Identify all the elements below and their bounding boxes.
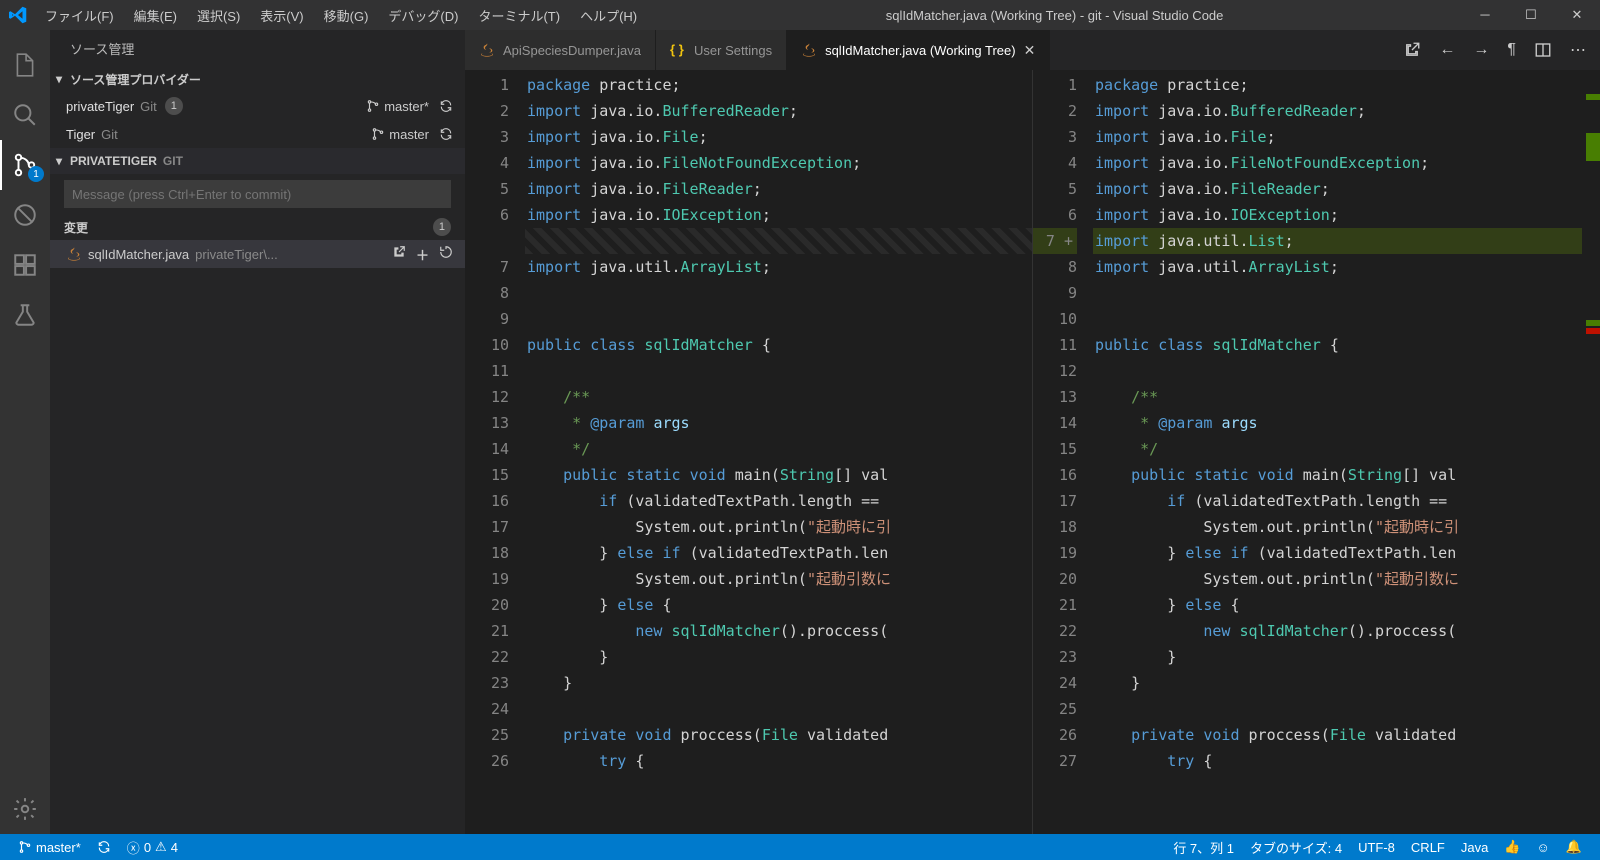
warning-icon: ⚠ bbox=[155, 839, 167, 855]
status-encoding[interactable]: UTF-8 bbox=[1350, 840, 1403, 855]
diff-modified-pane: 1234567 +8910111213141516171819202122232… bbox=[1033, 70, 1600, 834]
gutter-right: 1234567 +8910111213141516171819202122232… bbox=[1033, 70, 1093, 834]
providers-header-label: ソース管理プロバイダー bbox=[70, 71, 201, 88]
whitespace-icon[interactable]: ¶ bbox=[1507, 41, 1516, 59]
provider-privatetiger[interactable]: privateTiger Git 1 master* bbox=[50, 92, 465, 120]
status-bar: master* ⓧ0 ⚠4 行 7、列 1 タブのサイズ: 4 UTF-8 CR… bbox=[0, 834, 1600, 860]
editor-tabs: ApiSpeciesDumper.java { } User Settings … bbox=[465, 30, 1600, 70]
menu-edit[interactable]: 編集(E) bbox=[124, 6, 187, 25]
next-change-icon[interactable]: → bbox=[1473, 41, 1489, 59]
minimap[interactable] bbox=[1582, 70, 1600, 834]
discard-icon[interactable] bbox=[439, 245, 453, 264]
maximize-icon[interactable]: ☐ bbox=[1508, 7, 1554, 23]
minimize-icon[interactable]: ─ bbox=[1462, 7, 1508, 23]
activity-search[interactable] bbox=[0, 90, 50, 140]
status-cursor[interactable]: 行 7、列 1 bbox=[1165, 838, 1242, 857]
diff-original-pane: 1234567891011121314151617181920212223242… bbox=[465, 70, 1033, 834]
menu-view[interactable]: 表示(V) bbox=[250, 6, 313, 25]
activity-debug[interactable] bbox=[0, 190, 50, 240]
menu-go[interactable]: 移動(G) bbox=[314, 6, 379, 25]
menu-help[interactable]: ヘルプ(H) bbox=[570, 6, 647, 25]
tab-label: sqlIdMatcher.java (Working Tree) bbox=[825, 43, 1016, 58]
tab-user-settings[interactable]: { } User Settings bbox=[656, 30, 787, 70]
stage-icon[interactable]: ＋ bbox=[416, 245, 429, 264]
titlebar: ファイル(F) 編集(E) 選択(S) 表示(V) 移動(G) デバッグ(D) … bbox=[0, 0, 1600, 30]
provider-tiger[interactable]: Tiger Git master bbox=[50, 120, 465, 148]
tab-label: User Settings bbox=[694, 43, 772, 58]
changes-header[interactable]: 変更 1 bbox=[50, 214, 465, 240]
status-bell-icon[interactable]: 🔔 bbox=[1558, 839, 1590, 855]
status-eol[interactable]: CRLF bbox=[1403, 840, 1453, 855]
vscode-icon bbox=[0, 6, 35, 24]
sync-icon[interactable] bbox=[439, 99, 453, 114]
commit-message-input[interactable] bbox=[64, 180, 451, 208]
tab-label: ApiSpeciesDumper.java bbox=[503, 43, 641, 58]
tab-apispeciesdumper[interactable]: ApiSpeciesDumper.java bbox=[465, 30, 656, 70]
repo-header-kind: GIT bbox=[163, 154, 183, 168]
close-icon[interactable]: ✕ bbox=[1554, 7, 1600, 23]
menu-bar: ファイル(F) 編集(E) 選択(S) 表示(V) 移動(G) デバッグ(D) … bbox=[35, 6, 647, 25]
branch-icon[interactable]: master bbox=[371, 127, 429, 142]
providers-header[interactable]: ▾ ソース管理プロバイダー bbox=[50, 66, 465, 92]
repo-header-name: PRIVATETIGER bbox=[70, 154, 157, 168]
scm-sidebar: ソース管理 ▾ ソース管理プロバイダー privateTiger Git 1 m… bbox=[50, 30, 465, 834]
code-right[interactable]: package practice;import java.io.Buffered… bbox=[1093, 70, 1582, 834]
status-lang[interactable]: Java bbox=[1453, 840, 1496, 855]
tab-close-icon[interactable]: ✕ bbox=[1024, 42, 1036, 59]
status-problems[interactable]: ⓧ0 ⚠4 bbox=[119, 838, 186, 857]
activity-scm[interactable]: 1 bbox=[0, 140, 50, 190]
sidebar-title: ソース管理 bbox=[50, 30, 465, 66]
tab-actions: ← → ¶ ⋯ bbox=[1389, 30, 1600, 70]
editor-area: ApiSpeciesDumper.java { } User Settings … bbox=[465, 30, 1600, 834]
branch-icon[interactable]: master* bbox=[366, 99, 429, 114]
activity-bar: 1 bbox=[0, 30, 50, 834]
activity-settings[interactable] bbox=[0, 784, 50, 834]
repo-header[interactable]: ▾ PRIVATETIGER GIT bbox=[50, 148, 465, 174]
changed-file-row[interactable]: sqlIdMatcher.java privateTiger\... ＋ bbox=[50, 240, 465, 268]
open-file-icon[interactable] bbox=[392, 245, 406, 264]
menu-terminal[interactable]: ターミナル(T) bbox=[468, 6, 570, 25]
gutter-left: 1234567891011121314151617181920212223242… bbox=[465, 70, 525, 834]
more-icon[interactable]: ⋯ bbox=[1570, 40, 1586, 60]
window-controls: ─ ☐ ✕ bbox=[1462, 7, 1600, 23]
prev-change-icon[interactable]: ← bbox=[1439, 41, 1455, 59]
java-icon bbox=[479, 42, 495, 58]
error-icon: ⓧ bbox=[127, 838, 140, 857]
java-icon bbox=[66, 246, 82, 262]
changed-file-name: sqlIdMatcher.java bbox=[88, 247, 189, 262]
open-changes-icon[interactable] bbox=[1403, 41, 1421, 59]
status-branch[interactable]: master* bbox=[10, 840, 89, 855]
status-sync[interactable] bbox=[89, 840, 119, 854]
sync-icon[interactable] bbox=[439, 127, 453, 142]
activity-test[interactable] bbox=[0, 290, 50, 340]
menu-file[interactable]: ファイル(F) bbox=[35, 6, 124, 25]
chevron-down-icon: ▾ bbox=[56, 154, 70, 168]
json-icon: { } bbox=[670, 42, 686, 58]
window-title: sqlIdMatcher.java (Working Tree) - git -… bbox=[647, 8, 1462, 23]
activity-extensions[interactable] bbox=[0, 240, 50, 290]
java-icon bbox=[801, 42, 817, 58]
status-thumbs-icon[interactable]: 👍 bbox=[1496, 839, 1528, 855]
activity-explorer[interactable] bbox=[0, 40, 50, 90]
split-editor-icon[interactable] bbox=[1534, 41, 1552, 59]
menu-select[interactable]: 選択(S) bbox=[187, 6, 250, 25]
tab-sqlidmatcher[interactable]: sqlIdMatcher.java (Working Tree) ✕ bbox=[787, 30, 1050, 70]
changed-file-path: privateTiger\... bbox=[195, 247, 278, 262]
code-left[interactable]: package practice;import java.io.Buffered… bbox=[525, 70, 1032, 834]
menu-debug[interactable]: デバッグ(D) bbox=[378, 6, 468, 25]
scm-badge: 1 bbox=[28, 166, 44, 182]
status-tabsize[interactable]: タブのサイズ: 4 bbox=[1242, 838, 1350, 857]
status-feedback-icon[interactable]: ☺ bbox=[1529, 840, 1558, 855]
chevron-down-icon: ▾ bbox=[56, 72, 70, 86]
